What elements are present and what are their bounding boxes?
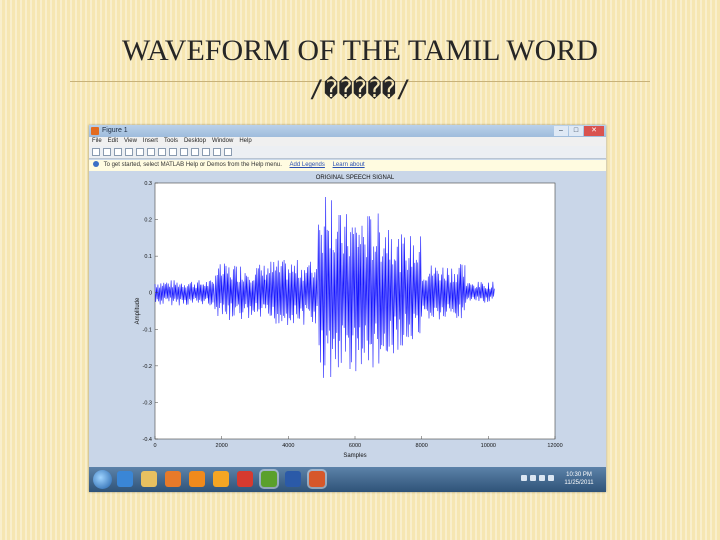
zoom-out-icon[interactable] [158, 148, 166, 156]
clock-time: 10:30 PM [566, 472, 592, 478]
menu-window[interactable]: Window [212, 137, 233, 146]
close-button[interactable]: ✕ [584, 126, 604, 136]
embedded-screenshot: Figure 1 – □ ✕ File Edit View Insert Too… [89, 125, 606, 492]
help-text: To get started, select MATLAB Help or De… [103, 162, 282, 168]
matlab-app-icon [91, 127, 99, 135]
x-tick-label: 4000 [282, 443, 294, 449]
window-title: Figure 1 [102, 127, 128, 134]
menu-view[interactable]: View [124, 137, 137, 146]
save-icon[interactable] [114, 148, 122, 156]
pdf-icon[interactable] [237, 471, 253, 487]
rotate-icon[interactable] [180, 148, 188, 156]
window-titlebar[interactable]: Figure 1 – □ ✕ [89, 125, 606, 137]
menu-bar: File Edit View Insert Tools Desktop Wind… [89, 137, 606, 146]
windows-start-icon[interactable] [93, 470, 112, 489]
network-icon[interactable] [521, 475, 527, 481]
system-tray [518, 475, 554, 481]
clock-date: 11/25/2011 [564, 480, 594, 486]
new-figure-icon[interactable] [92, 148, 100, 156]
window-controls: – □ ✕ [553, 126, 604, 136]
y-tick-label: -0.1 [143, 327, 152, 333]
menu-edit[interactable]: Edit [108, 137, 118, 146]
system-clock[interactable]: 10:30 PM 11/25/2011 [557, 471, 601, 487]
firefox-icon[interactable] [189, 471, 205, 487]
ie-icon[interactable] [117, 471, 133, 487]
media-icon[interactable] [165, 471, 181, 487]
x-tick-label: 2000 [216, 443, 228, 449]
menu-file[interactable]: File [92, 137, 102, 146]
x-tick-label: 10000 [481, 443, 496, 449]
help-bar: To get started, select MATLAB Help or De… [89, 160, 606, 171]
zoom-in-icon[interactable] [147, 148, 155, 156]
app-icon[interactable] [261, 471, 277, 487]
battery-icon[interactable] [548, 475, 554, 481]
folder-icon[interactable] [141, 471, 157, 487]
y-tick-label: 0.3 [144, 181, 152, 187]
word-icon[interactable] [285, 471, 301, 487]
taskbar-apps [117, 471, 333, 487]
y-tick-label: -0.4 [143, 437, 152, 443]
open-file-icon[interactable] [103, 148, 111, 156]
y-tick-label: -0.3 [143, 400, 152, 406]
figure-area: ORIGINAL SPEECH SIGNAL Samples Amplitude… [89, 171, 606, 467]
y-tick-label: 0.1 [144, 254, 152, 260]
matlab-icon[interactable] [309, 471, 325, 487]
y-tick-label: 0 [149, 291, 152, 297]
x-axis-label: Samples [343, 453, 366, 459]
pan-icon[interactable] [169, 148, 177, 156]
learn-about-link[interactable]: Learn about [333, 162, 365, 168]
menu-tools[interactable]: Tools [164, 137, 178, 146]
arrow-icon[interactable] [136, 148, 144, 156]
slide-title: WAVEFORM OF THE TAMIL WORD [122, 34, 598, 67]
waveform-plot[interactable]: ORIGINAL SPEECH SIGNAL Samples Amplitude… [89, 171, 606, 467]
x-tick-label: 12000 [547, 443, 562, 449]
volume-icon[interactable] [530, 475, 536, 481]
print-icon[interactable] [125, 148, 133, 156]
chart-title: ORIGINAL SPEECH SIGNAL [316, 175, 395, 181]
x-tick-label: 8000 [416, 443, 428, 449]
flag-icon[interactable] [539, 475, 545, 481]
menu-insert[interactable]: Insert [143, 137, 158, 146]
data-cursor-icon[interactable] [191, 148, 199, 156]
y-tick-label: 0.2 [144, 218, 152, 224]
y-axis-label: Amplitude [135, 297, 141, 324]
menu-desktop[interactable]: Desktop [184, 137, 206, 146]
brush-icon[interactable] [202, 148, 210, 156]
legend-icon[interactable] [224, 148, 232, 156]
taskbar: 10:30 PM 11/25/2011 [89, 467, 606, 492]
x-tick-label: 0 [153, 443, 156, 449]
colorbar-icon[interactable] [213, 148, 221, 156]
maximize-button[interactable]: □ [569, 126, 583, 136]
y-tick-label: -0.2 [143, 364, 152, 370]
paint-icon[interactable] [213, 471, 229, 487]
minimize-button[interactable]: – [554, 126, 568, 136]
figure-toolbar [89, 146, 606, 159]
plot-axes-background [154, 182, 556, 440]
slide-subtitle: /�����/ [309, 75, 411, 103]
menu-help[interactable]: Help [239, 137, 251, 146]
info-icon [93, 161, 99, 168]
add-legends-link[interactable]: Add Legends [290, 162, 325, 168]
x-tick-label: 6000 [349, 443, 361, 449]
